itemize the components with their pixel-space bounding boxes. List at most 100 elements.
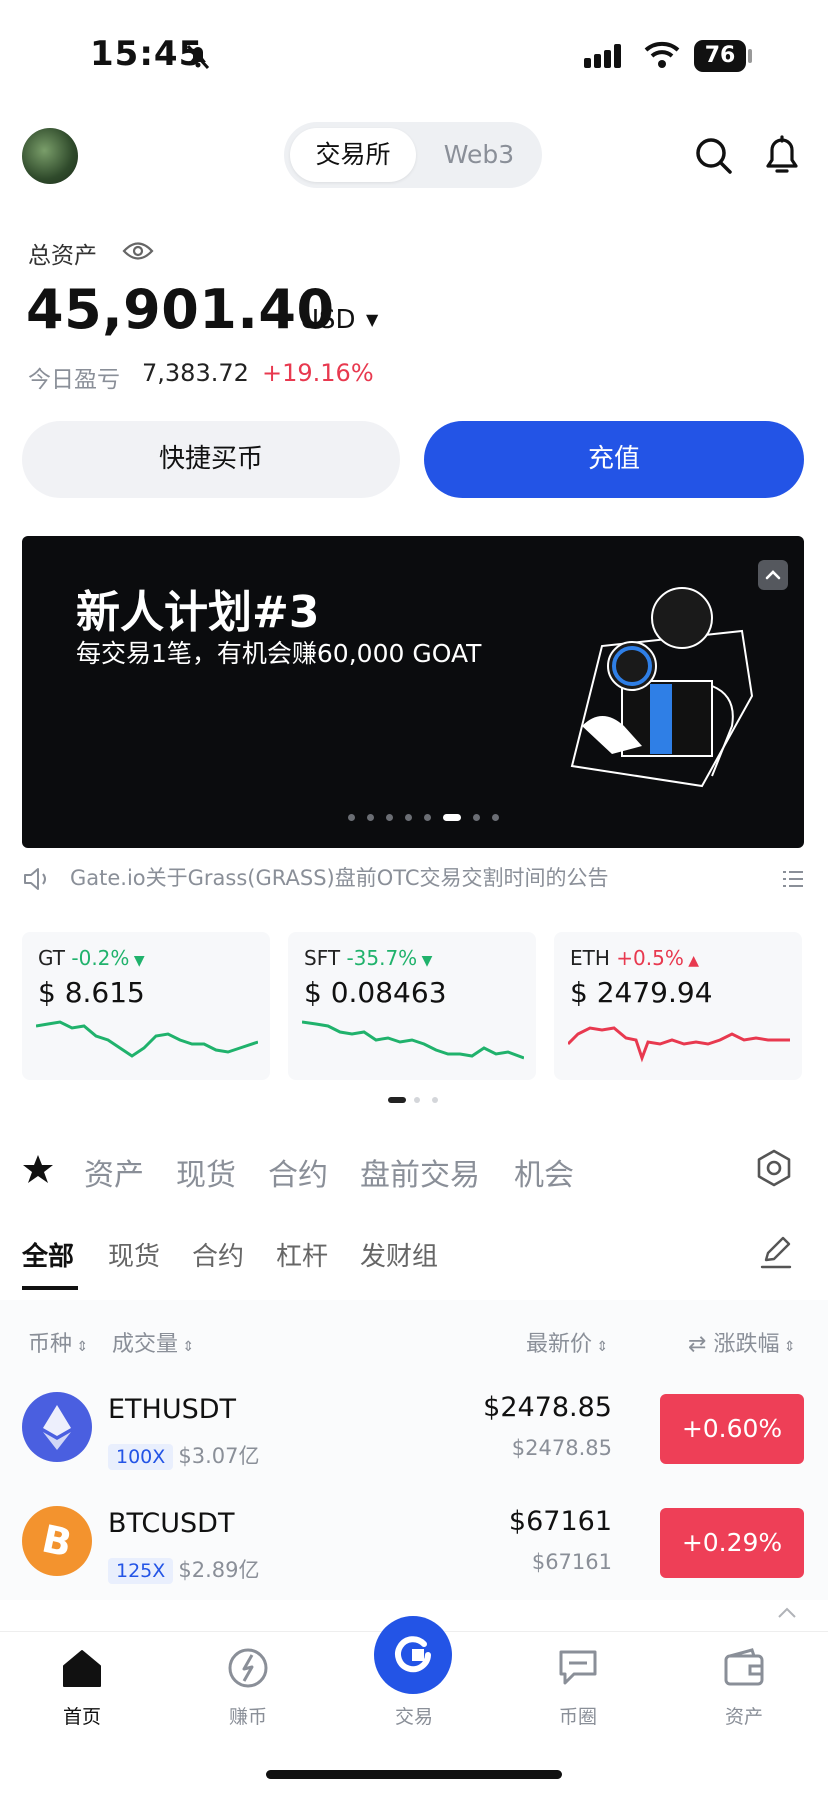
ticker-price: $ 2479.94: [570, 976, 713, 1009]
ticker-symbol: GT: [38, 946, 66, 970]
settings-hexagon-icon[interactable]: [754, 1148, 794, 1188]
nav-trade-label: 交易: [394, 1706, 433, 1728]
ticker-symbol: ETH: [570, 946, 610, 970]
ticker-symbol-line: SFT -35.7% ▼: [304, 946, 432, 970]
total-assets-value: 45,901.40: [26, 278, 335, 341]
subtab-futures[interactable]: 合约: [192, 1236, 244, 1273]
up-triangle-icon: ▲: [683, 953, 700, 969]
pnl-label: 今日盈亏: [28, 367, 120, 393]
chevron-up-icon[interactable]: [776, 1606, 798, 1620]
banner-dot-active[interactable]: [443, 814, 461, 821]
ticker-sparkline: [302, 1020, 524, 1060]
battery-tip: [748, 49, 752, 63]
trade-center-button: [374, 1616, 452, 1694]
banner-pager: [348, 536, 548, 836]
trade-icon: [395, 1636, 431, 1673]
list-icon[interactable]: [782, 868, 804, 890]
edit-icon[interactable]: [758, 1234, 794, 1270]
table-row[interactable]: ETHUSDT 100X $3.07亿 $2478.85 $2478.85 +0…: [0, 1386, 828, 1476]
column-volume[interactable]: 成交量 ⇕: [112, 1326, 194, 1358]
nav-assets-label: 资产: [724, 1706, 763, 1728]
quick-buy-button[interactable]: 快捷买币: [22, 421, 400, 498]
ticker-sparkline: [36, 1020, 258, 1058]
pair-meta: 100X $3.07亿: [108, 1440, 260, 1470]
category-futures[interactable]: 合约: [268, 1150, 328, 1194]
column-change[interactable]: ⇄ 涨跌幅 ⇕: [688, 1326, 796, 1358]
search-icon[interactable]: [694, 136, 734, 176]
promo-banner[interactable]: 新人计划#3 每交易1笔，有机会赚60,000 GOAT: [22, 536, 804, 848]
caret-down-icon[interactable]: ▼: [366, 310, 378, 329]
table-row[interactable]: B BTCUSDT 125X $2.89亿 $67161 $67161 +0.2…: [0, 1502, 828, 1592]
ticker-pager-dot: [432, 1097, 438, 1103]
column-coin[interactable]: 币种 ⇕: [28, 1326, 88, 1358]
star-icon[interactable]: [22, 1153, 54, 1185]
ticker-symbol-line: ETH +0.5% ▲: [570, 946, 699, 970]
deposit-button[interactable]: 充值: [424, 421, 804, 498]
ticker-card-eth[interactable]: ETH +0.5% ▲ $ 2479.94: [554, 932, 802, 1080]
nav-moments-label: 币圈: [558, 1706, 597, 1728]
banner-dot[interactable]: [386, 814, 393, 821]
currency-selector[interactable]: USD: [300, 305, 356, 335]
category-opportunity[interactable]: 机会: [514, 1150, 574, 1194]
sort-icon: ⇕: [178, 1339, 195, 1355]
ticker-change: -0.2%: [71, 946, 130, 970]
speaker-icon: [24, 868, 46, 890]
avatar[interactable]: [22, 128, 78, 184]
ticker-price: $ 8.615: [38, 976, 145, 1009]
eth-coin-icon: [22, 1392, 92, 1462]
nav-earn-label: 赚币: [228, 1706, 267, 1728]
category-assets[interactable]: 资产: [84, 1150, 144, 1194]
eye-icon[interactable]: [122, 240, 154, 262]
wifi-icon: [644, 41, 680, 68]
tab-exchange[interactable]: 交易所: [290, 128, 416, 182]
ticker-card-gt[interactable]: GT -0.2% ▼ $ 8.615: [22, 932, 270, 1080]
ticker-symbol-line: GT -0.2% ▼: [38, 946, 145, 970]
change-badge[interactable]: +0.60%: [660, 1394, 804, 1464]
pair-name: BTCUSDT: [108, 1508, 235, 1539]
leverage-badge: 100X: [108, 1444, 174, 1470]
chat-bubble-icon: [559, 1650, 597, 1685]
volume-value: $3.07亿: [178, 1444, 260, 1468]
subtab-all[interactable]: 全部: [22, 1236, 74, 1273]
ticker-symbol: SFT: [304, 946, 341, 970]
banner-dot[interactable]: [367, 814, 374, 821]
home-icon: [63, 1650, 101, 1687]
ticker-price: $ 0.08463: [304, 976, 447, 1009]
fiat-price: $2478.85: [511, 1436, 612, 1460]
bell-icon[interactable]: [762, 134, 802, 178]
ticker-change: +0.5%: [616, 946, 684, 970]
subtab-fortune-group[interactable]: 发财组: [360, 1236, 438, 1273]
banner-dot[interactable]: [405, 814, 412, 821]
ticker-card-sft[interactable]: SFT -35.7% ▼ $ 0.08463: [288, 932, 536, 1080]
tab-web3[interactable]: Web3: [420, 128, 538, 182]
pnl-value: 7,383.72: [142, 359, 249, 387]
battery-indicator: 76: [694, 40, 746, 72]
change-badge[interactable]: +0.29%: [660, 1508, 804, 1578]
sort-icon: ⇕: [592, 1339, 609, 1355]
btc-coin-icon: B: [22, 1506, 92, 1576]
mute-bell-icon: [186, 44, 210, 70]
banner-dot[interactable]: [424, 814, 431, 821]
column-last-price[interactable]: 最新价 ⇕: [526, 1326, 608, 1358]
banner-dot[interactable]: [473, 814, 480, 821]
total-assets-label: 总资产: [28, 243, 97, 269]
subtab-spot[interactable]: 现货: [108, 1236, 160, 1273]
category-premarket[interactable]: 盘前交易: [360, 1150, 480, 1194]
leverage-badge: 125X: [108, 1558, 174, 1584]
home-indicator: [266, 1770, 562, 1779]
down-triangle-icon: ▼: [129, 953, 145, 969]
category-spot[interactable]: 现货: [176, 1150, 236, 1194]
svg-text:B: B: [38, 1516, 75, 1565]
gift-box-illustration: [570, 587, 754, 788]
announcement-text: Gate.io关于Grass(GRASS)盘前OTC交易交割时间的公告: [70, 866, 609, 890]
volume-value: $2.89亿: [178, 1558, 260, 1582]
last-price: $2478.85: [483, 1392, 612, 1423]
ethereum-icon: [43, 1405, 71, 1450]
swap-icon: ⇄: [688, 1332, 714, 1357]
nav-home-label: 首页: [62, 1706, 101, 1728]
banner-dot[interactable]: [492, 814, 499, 821]
announcement-bar[interactable]: Gate.io关于Grass(GRASS)盘前OTC交易交割时间的公告: [22, 862, 804, 896]
subtab-margin[interactable]: 杠杆: [276, 1236, 328, 1273]
ticker-change: -35.7%: [346, 946, 418, 970]
banner-dot[interactable]: [348, 814, 355, 821]
